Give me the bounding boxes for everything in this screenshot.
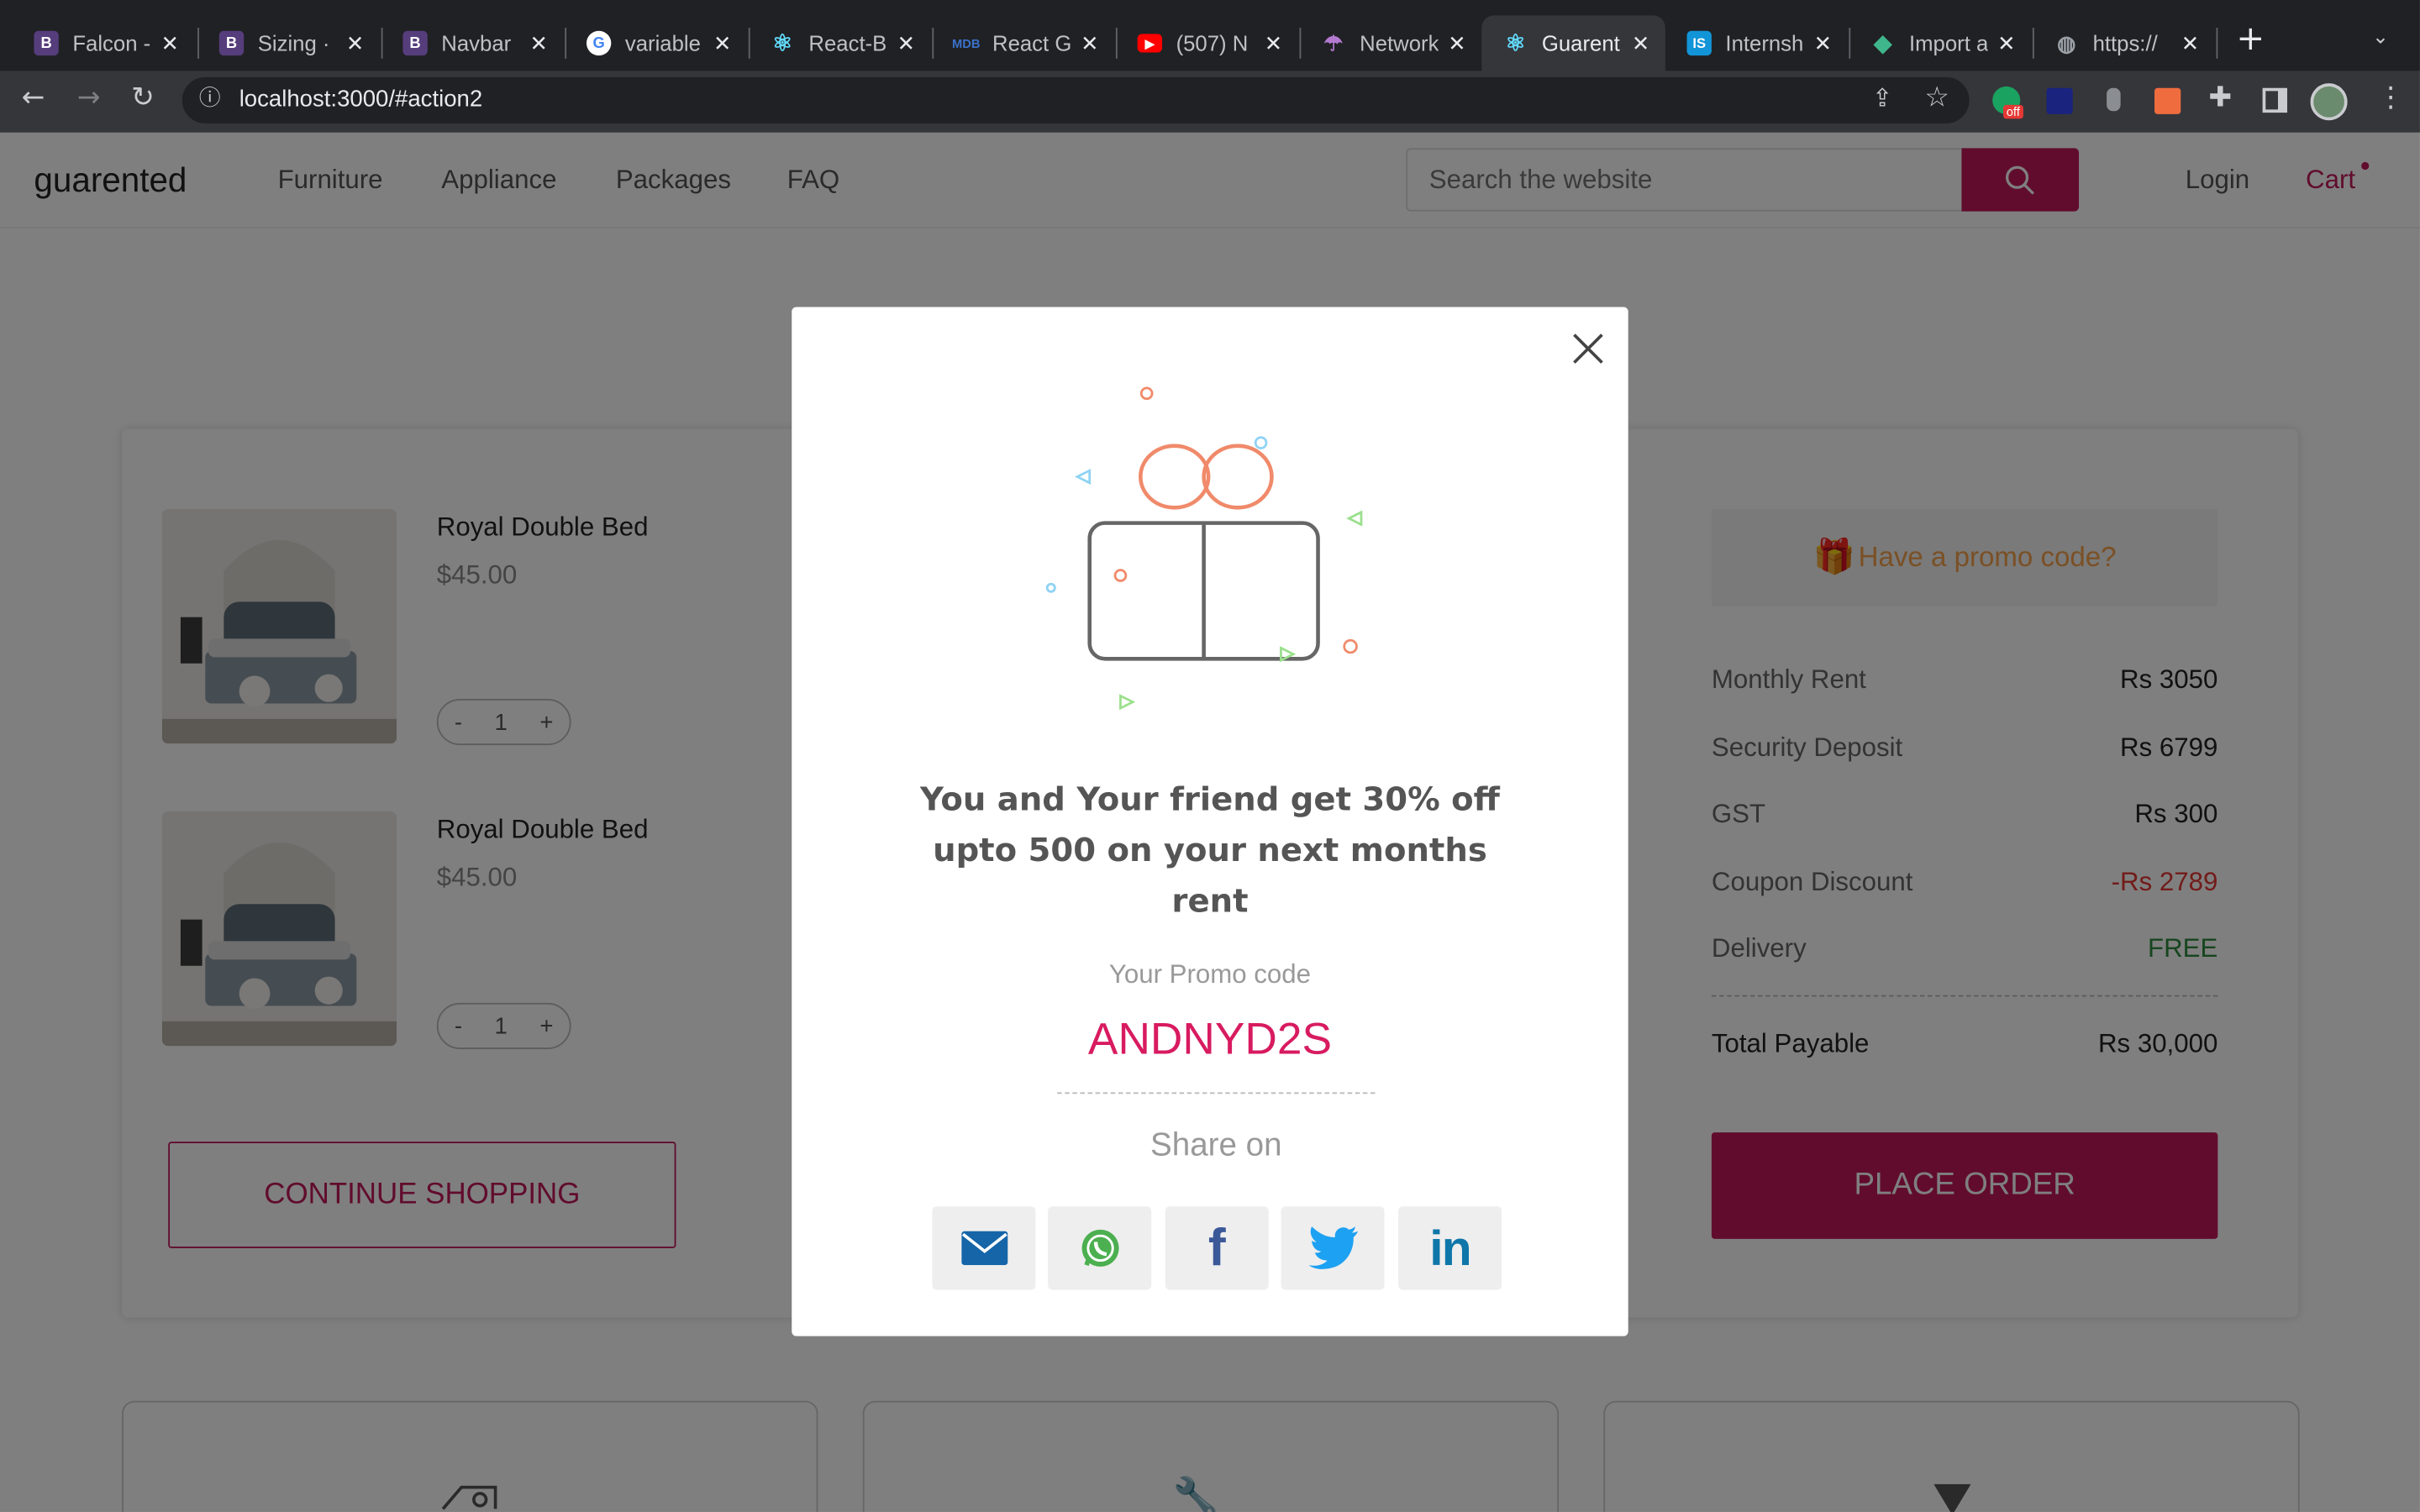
tab-title: Navbar [441, 30, 512, 56]
close-tab-icon[interactable]: ✕ [1081, 30, 1099, 56]
close-tab-icon[interactable]: ✕ [161, 30, 180, 56]
close-tab-icon[interactable]: ✕ [713, 30, 732, 56]
browser-tab[interactable]: MDB React G ✕ [932, 15, 1114, 71]
browser-tab[interactable]: ◆ Import a ✕ [1849, 15, 2031, 71]
tab-title: (507) N [1176, 30, 1249, 56]
tab-title: Sizing · [257, 30, 330, 56]
tab-divider [2216, 28, 2218, 59]
close-tab-icon[interactable]: ✕ [1814, 30, 1833, 56]
mdb-icon: MDB [952, 36, 981, 50]
whatsapp-icon [1081, 1229, 1118, 1267]
close-icon [1573, 333, 1603, 364]
browser-tab[interactable]: ▶ (507) N ✕ [1116, 15, 1298, 71]
promo-code-caption: Your Promo code [1108, 959, 1312, 990]
se-extension-icon[interactable] [2046, 87, 2073, 114]
youtube-icon: ▶ [1137, 34, 1163, 53]
close-tab-icon[interactable]: ✕ [346, 30, 365, 56]
diamond-icon: ◆ [1874, 30, 1892, 57]
tab-title: Guarent [1541, 30, 1620, 56]
gift-box-icon [1045, 386, 1363, 711]
share-twitter-button[interactable] [1281, 1206, 1385, 1290]
close-tab-icon[interactable]: ✕ [1632, 30, 1650, 56]
extension-icon[interactable] [2154, 87, 2181, 114]
tab-title: variable [624, 30, 701, 56]
promo-code-underline [1057, 1092, 1376, 1095]
browser-tab-active[interactable]: ⚛ Guarent ✕ [1481, 15, 1665, 71]
extensions-puzzle-icon[interactable]: ✚ [2208, 84, 2232, 113]
menu-kebab-icon[interactable]: ⋮ [2377, 84, 2405, 113]
tab-title: Falcon - [72, 30, 151, 56]
forward-icon[interactable]: → [77, 84, 101, 113]
facebook-icon: f [1207, 1218, 1226, 1277]
browser-tab[interactable]: ☂ Network ✕ [1300, 15, 1482, 71]
browser-tab[interactable]: B Sizing · ✕ [197, 15, 380, 71]
browser-tab[interactable]: B Navbar ✕ [381, 15, 564, 71]
close-tab-icon[interactable]: ✕ [529, 30, 548, 56]
share-whatsapp-button[interactable] [1048, 1206, 1152, 1290]
promo-code-value[interactable]: ANDNYD2S [915, 1016, 1505, 1067]
tab-title: React-B [808, 30, 887, 56]
close-tab-icon[interactable]: ✕ [897, 30, 916, 56]
back-icon[interactable]: ← [22, 84, 45, 113]
side-panel-icon[interactable] [2262, 87, 2287, 113]
tab-title: Import a [1908, 30, 1989, 56]
reload-icon[interactable]: ↻ [131, 84, 155, 113]
bookmark-star-icon[interactable]: ☆ [1924, 84, 1949, 113]
browser-tab[interactable]: ◍ https:// ✕ [2033, 15, 2215, 71]
close-tab-icon[interactable]: ✕ [1265, 30, 1283, 56]
browser-tab-bar: B Falcon - ✕ B Sizing · ✕ B Navbar ✕ G v… [0, 0, 2420, 71]
react-icon: ⚛ [771, 30, 793, 57]
google-icon: G [586, 30, 612, 56]
share-linkedin-button[interactable]: in [1398, 1206, 1502, 1290]
globe-icon: ◍ [2057, 29, 2076, 55]
site-info-icon[interactable]: ⓘ [199, 88, 221, 110]
browser-tab[interactable]: B Falcon - ✕ [13, 15, 195, 71]
react-icon: ⚛ [1505, 30, 1526, 57]
close-tab-icon[interactable]: ✕ [2181, 30, 2200, 56]
share-facebook-button[interactable]: f [1165, 1206, 1269, 1290]
new-tab-icon[interactable]: + [2236, 23, 2265, 57]
close-tab-icon[interactable]: ✕ [1997, 30, 2016, 56]
bootstrap-icon: B [402, 30, 428, 56]
extension-badge: off [2003, 104, 2023, 119]
tab-title: Internsh [1725, 30, 1804, 56]
browser-tab[interactable]: ⚛ React-B ✕ [749, 15, 931, 71]
close-modal-button[interactable] [1568, 328, 1608, 369]
referral-message: You and Your friend get 30% off upto 500… [920, 780, 1500, 920]
bootstrap-icon: B [218, 30, 245, 56]
linkedin-icon: in [1429, 1219, 1471, 1276]
mouse-extension-icon[interactable] [2107, 87, 2121, 112]
twitter-icon [1307, 1226, 1358, 1269]
browser-tab[interactable]: G variable ✕ [565, 15, 747, 71]
email-icon [960, 1231, 1007, 1266]
internshala-icon: IS [1686, 30, 1712, 56]
tab-title: Network [1360, 30, 1439, 56]
bootstrap-icon: B [34, 30, 59, 56]
umbrella-icon: ☂ [1323, 29, 1344, 55]
share-page-icon[interactable]: ⇪ [1872, 86, 1893, 111]
share-on-label: Share on [1150, 1127, 1282, 1163]
tab-title: React G [992, 30, 1072, 56]
tab-search-chevron-icon[interactable]: ⌄ [2372, 28, 2389, 48]
tab-title: https:// [2092, 30, 2158, 56]
url-text[interactable]: localhost:3000/#action2 [239, 87, 483, 113]
close-tab-icon[interactable]: ✕ [1448, 30, 1466, 56]
gift-illustration [1040, 380, 1380, 719]
browser-tab[interactable]: IS Internsh ✕ [1665, 15, 1848, 71]
share-email-button[interactable] [932, 1206, 1036, 1290]
profile-avatar[interactable] [2310, 83, 2348, 121]
